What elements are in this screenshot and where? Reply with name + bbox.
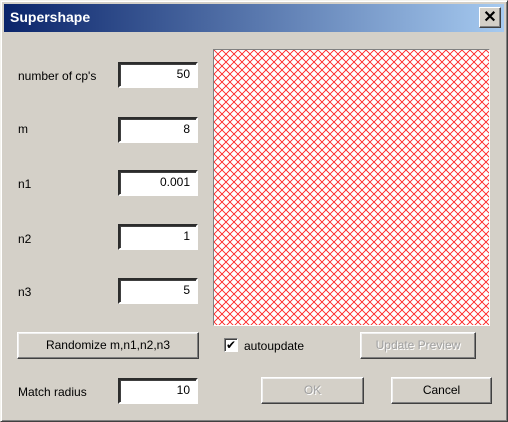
match-radius-label: Match radius bbox=[18, 385, 87, 399]
ok-button[interactable]: OK bbox=[261, 377, 364, 404]
n3-field[interactable]: 5 bbox=[118, 278, 198, 304]
n2-field[interactable]: 1 bbox=[118, 224, 198, 250]
n1-field[interactable]: 0.001 bbox=[118, 170, 198, 196]
n2-label: n2 bbox=[18, 232, 32, 246]
cp-count-field[interactable]: 50 bbox=[118, 62, 198, 88]
supershape-dialog: Supershape ✕ number of cp's 50 m 8 n1 0.… bbox=[0, 0, 508, 422]
m-label: m bbox=[18, 122, 28, 136]
shape-preview bbox=[213, 49, 490, 326]
n1-label: n1 bbox=[18, 177, 32, 191]
match-radius-field[interactable]: 10 bbox=[118, 378, 198, 404]
close-icon: ✕ bbox=[483, 9, 497, 26]
update-preview-button[interactable]: Update Preview bbox=[360, 332, 476, 359]
dialog-title: Supershape bbox=[10, 9, 91, 25]
title-bar[interactable]: Supershape ✕ bbox=[4, 4, 504, 32]
randomize-button[interactable]: Randomize m,n1,n2,n3 bbox=[17, 332, 199, 359]
autoupdate-label: autoupdate bbox=[244, 339, 305, 353]
cp-count-label: number of cp's bbox=[18, 69, 97, 83]
checkmark-icon: ✔ bbox=[225, 338, 237, 352]
crosshatch-pattern bbox=[214, 50, 489, 325]
m-field[interactable]: 8 bbox=[118, 117, 198, 143]
cancel-button[interactable]: Cancel bbox=[391, 377, 492, 404]
n3-label: n3 bbox=[18, 285, 32, 299]
autoupdate-checkbox[interactable]: ✔ bbox=[224, 338, 238, 352]
close-button[interactable]: ✕ bbox=[479, 7, 501, 28]
